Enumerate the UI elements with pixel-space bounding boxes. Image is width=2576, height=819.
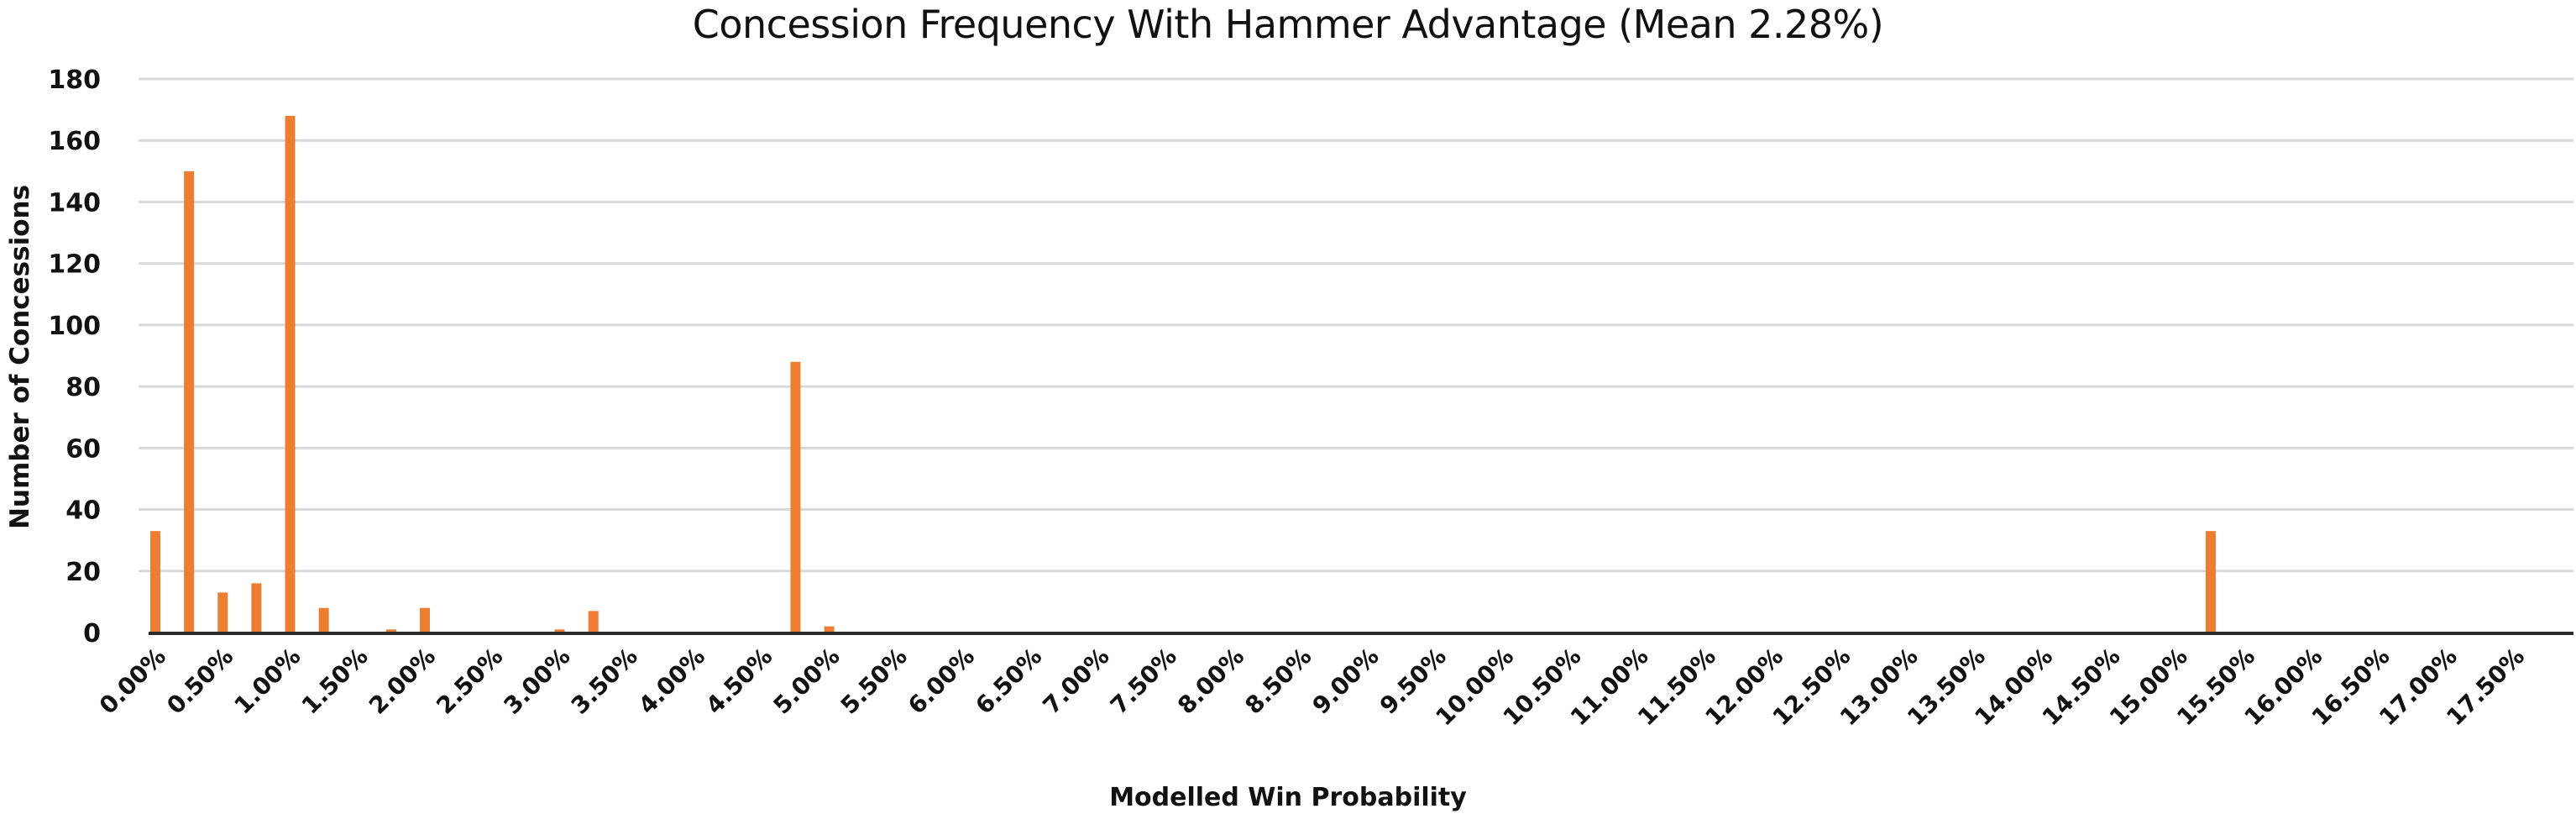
bar xyxy=(184,171,195,633)
y-tick-label: 180 xyxy=(48,66,101,95)
bar xyxy=(251,583,262,633)
y-tick-label: 120 xyxy=(48,250,101,280)
x-tick-label: 8.50% xyxy=(1239,643,1317,720)
y-tick-label: 40 xyxy=(65,496,101,526)
x-tick-label: 3.00% xyxy=(498,643,575,720)
y-tick-label: 60 xyxy=(65,434,101,464)
bar xyxy=(318,607,329,633)
bar xyxy=(588,611,599,633)
y-tick-label: 100 xyxy=(48,312,101,341)
bar xyxy=(285,115,296,633)
y-axis-ticks: 0 20 40 60 80 100 120 140 160 180 xyxy=(48,66,101,648)
bar xyxy=(420,607,431,633)
y-tick-label: 80 xyxy=(65,373,101,402)
gridlines xyxy=(139,77,2573,573)
y-tick-label: 160 xyxy=(48,127,101,156)
x-axis-ticks: 0.00%0.50%1.00%1.50%2.00%2.50%3.00%3.50%… xyxy=(94,643,2530,732)
x-tick-label: 4.50% xyxy=(700,643,778,720)
y-tick-label: 140 xyxy=(48,188,101,218)
x-tick-label: 9.00% xyxy=(1307,643,1385,720)
bar-chart: 0 20 40 60 80 100 120 140 160 180 0.00%0.50%1.00%… xyxy=(48,66,2573,732)
x-tick-label: 5.50% xyxy=(835,643,913,720)
x-tick-label: 7.50% xyxy=(1105,643,1182,720)
x-tick-label: 6.50% xyxy=(970,643,1047,720)
y-tick-label: 20 xyxy=(65,558,101,587)
bar xyxy=(790,361,801,633)
x-tick-label: 1.50% xyxy=(296,643,374,720)
x-tick-label: 0.00% xyxy=(94,643,171,720)
x-tick-label: 6.00% xyxy=(903,643,980,720)
x-tick-label: 1.00% xyxy=(228,643,306,720)
x-tick-label: 8.00% xyxy=(1172,643,1249,720)
x-tick-label: 2.50% xyxy=(431,643,508,720)
x-tick-label: 5.00% xyxy=(768,643,846,720)
x-tick-label: 7.00% xyxy=(1038,643,1115,720)
x-tick-label: 3.50% xyxy=(566,643,643,720)
bar xyxy=(2205,531,2216,633)
bar xyxy=(150,531,160,633)
y-tick-label: 0 xyxy=(83,619,101,648)
bar xyxy=(217,592,228,633)
x-tick-label: 2.00% xyxy=(364,643,441,720)
bars xyxy=(150,115,2216,633)
bar xyxy=(824,626,835,633)
x-tick-label: 4.00% xyxy=(633,643,710,720)
x-tick-label: 0.50% xyxy=(161,643,238,720)
